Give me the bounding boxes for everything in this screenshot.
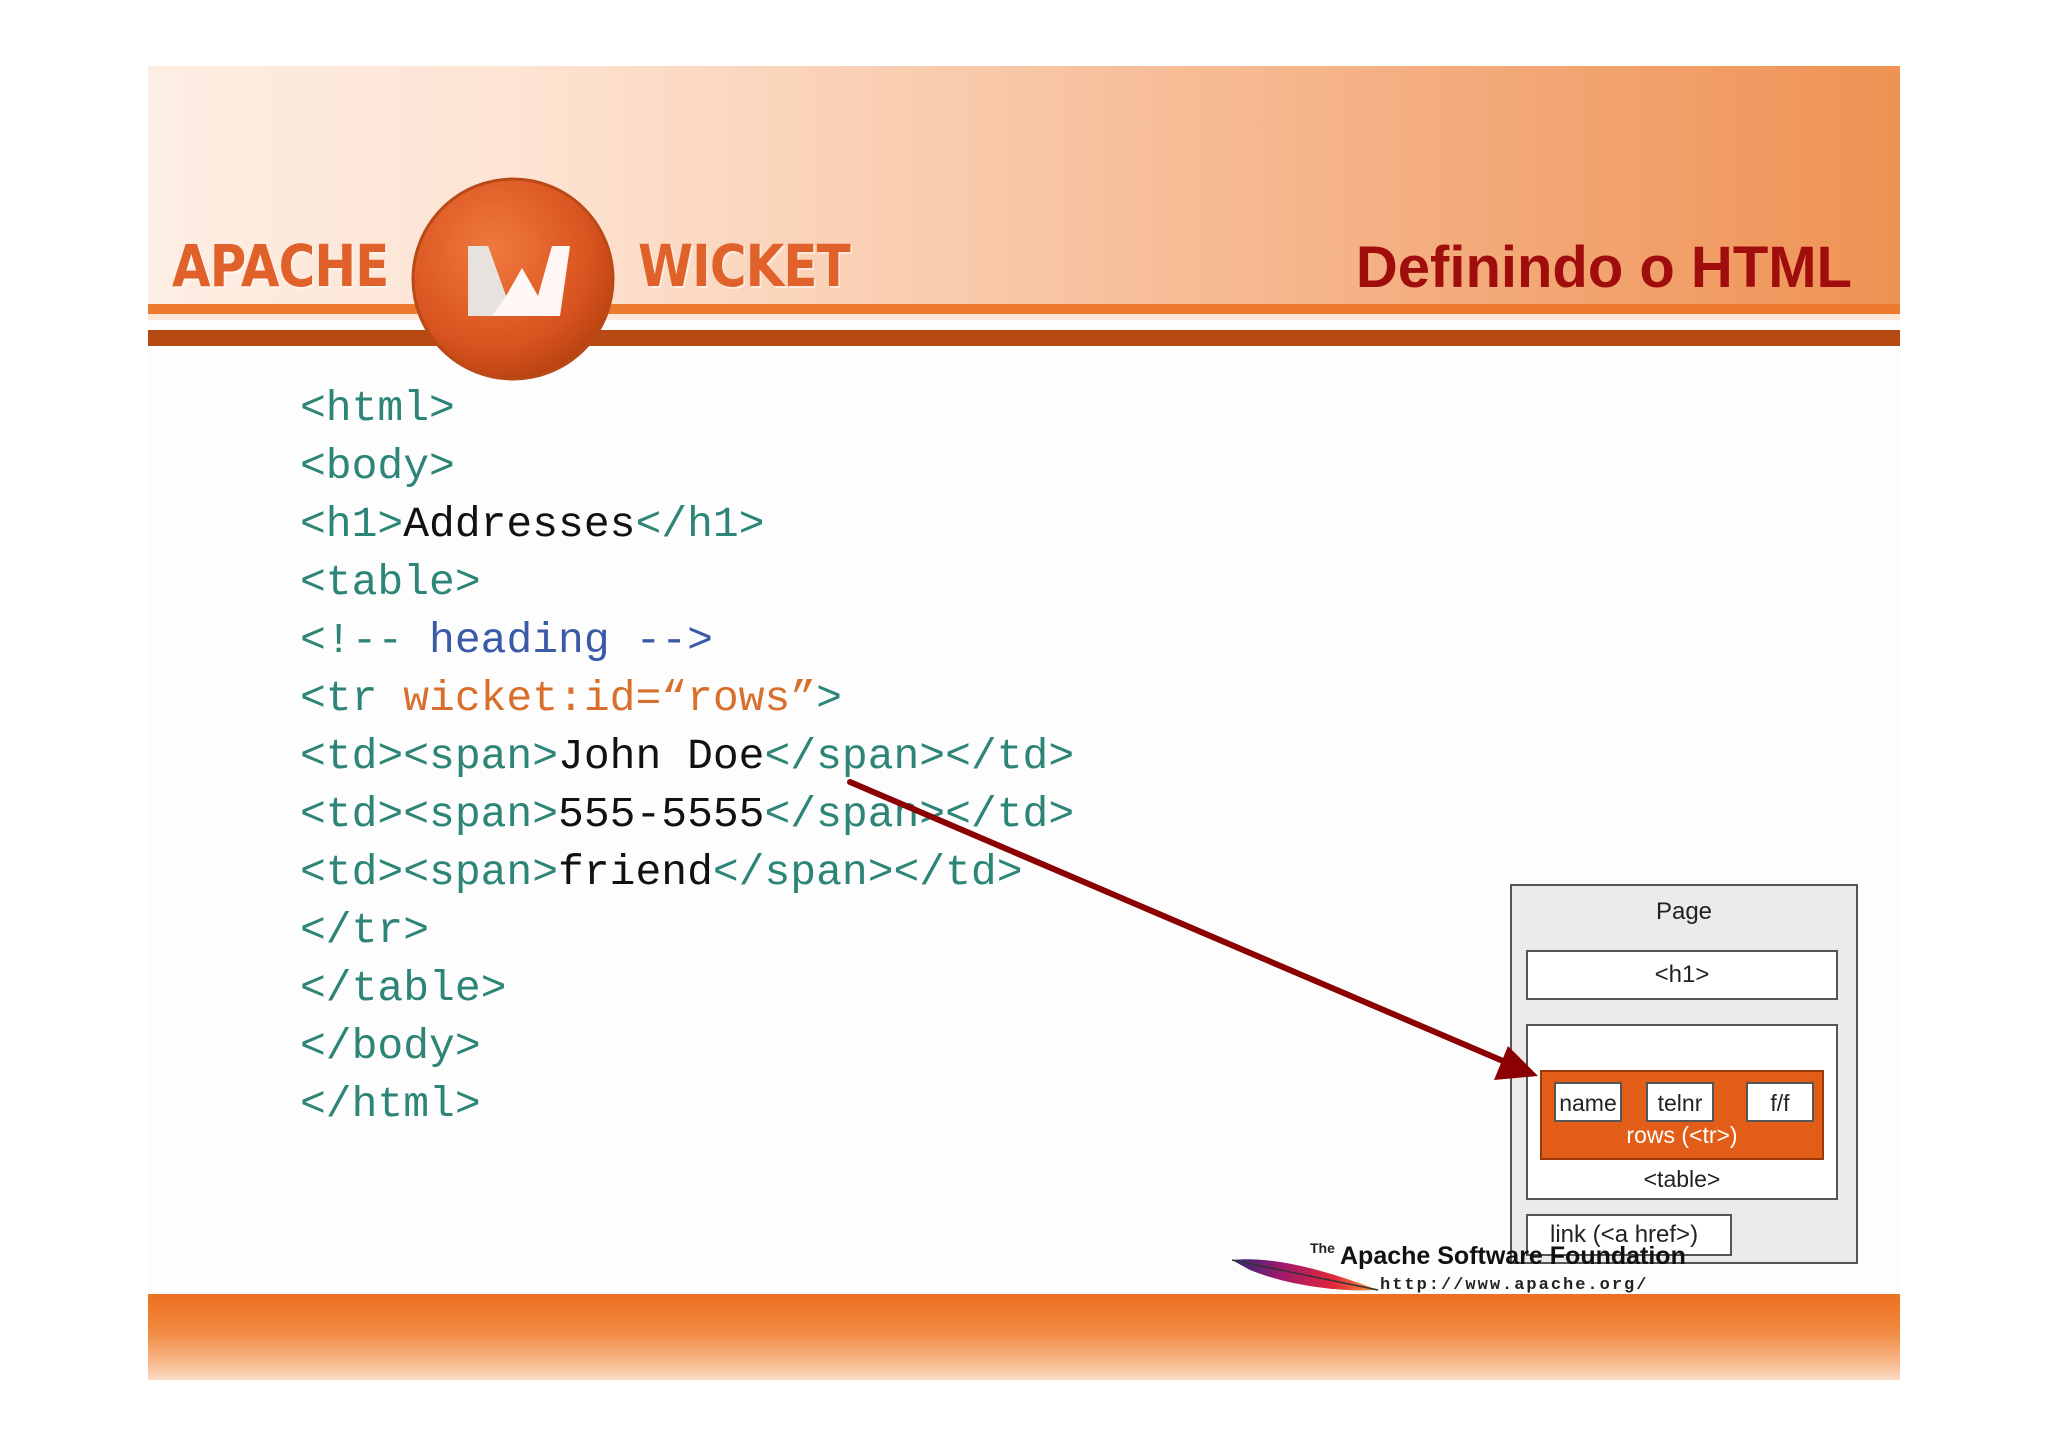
code-token: </html> bbox=[300, 1080, 481, 1129]
code-token: <!-- bbox=[300, 616, 430, 665]
code-line: <h1>Addresses</h1> bbox=[300, 496, 1074, 554]
code-token: </table> bbox=[300, 964, 507, 1013]
code-token: </span></td> bbox=[712, 848, 1023, 897]
code-line: <td><span>friend</span></td> bbox=[300, 844, 1074, 902]
code-line: <body> bbox=[300, 438, 1074, 496]
footer-band bbox=[148, 1294, 1900, 1380]
code-line: <table> bbox=[300, 554, 1074, 612]
code-token: </span></td> bbox=[764, 732, 1075, 781]
code-token: <td><span> bbox=[300, 732, 559, 781]
code-line: <td><span>John Doe</span></td> bbox=[300, 728, 1074, 786]
code-token: <table> bbox=[300, 558, 481, 607]
code-token: <h1> bbox=[300, 500, 404, 549]
diagram-cell-ff: f/f bbox=[1746, 1082, 1814, 1122]
code-line: <html> bbox=[300, 380, 1074, 438]
code-token: wicket:id=“rows” bbox=[403, 674, 817, 723]
code-line: </html> bbox=[300, 1076, 1074, 1134]
code-token: <td><span> bbox=[300, 790, 559, 839]
code-token: <html> bbox=[300, 384, 455, 433]
code-line: <!-- heading --> bbox=[300, 612, 1074, 670]
diagram-rows-box: name telnr f/f rows (<tr>) bbox=[1540, 1070, 1824, 1160]
diagram-cell-name: name bbox=[1554, 1082, 1622, 1122]
code-listing: <html> <body> <h1>Addresses</h1> <table> <!-… bbox=[300, 380, 1074, 1134]
asf-the-text: The bbox=[1310, 1240, 1335, 1256]
code-line: </tr> bbox=[300, 902, 1074, 960]
diagram-cell-telnr: telnr bbox=[1646, 1082, 1714, 1122]
diagram-rows-label: rows (<tr>) bbox=[1626, 1122, 1738, 1148]
code-token: </span></td> bbox=[764, 790, 1075, 839]
diagram-table-box: name telnr f/f rows (<tr>) <table> bbox=[1526, 1024, 1838, 1200]
slide-title: Definindo o HTML bbox=[1355, 235, 1852, 300]
brand-apache-text: APACHE bbox=[172, 232, 389, 300]
diagram-page-label: Page bbox=[1655, 898, 1713, 925]
asf-logo: The Apache Software Foundation http://ww… bbox=[1230, 1240, 1700, 1300]
code-line: </table> bbox=[300, 960, 1074, 1018]
code-token: 555-5555 bbox=[558, 790, 765, 839]
brand-wicket-text: WICKET bbox=[638, 232, 851, 300]
code-token: </body> bbox=[300, 1022, 481, 1071]
code-token: </h1> bbox=[635, 500, 765, 549]
code-token: <td><span> bbox=[300, 848, 559, 897]
code-token: heading bbox=[429, 616, 610, 665]
asf-url-text[interactable]: http://www.apache.org/ bbox=[1380, 1276, 1648, 1295]
code-token: <tr bbox=[300, 674, 404, 723]
code-line: </body> bbox=[300, 1018, 1074, 1076]
asf-name-text: Apache Software Foundation bbox=[1340, 1242, 1686, 1270]
code-token: John Doe bbox=[558, 732, 765, 781]
code-line: <td><span>555-5555</span></td> bbox=[300, 786, 1074, 844]
code-token: <body> bbox=[300, 442, 455, 491]
wicket-logo-icon bbox=[411, 177, 615, 381]
code-line: <tr wicket:id=“rows”> bbox=[300, 670, 1074, 728]
component-diagram: Page <h1> name telnr f/f rows (<tr>) <ta… bbox=[1510, 884, 1858, 1264]
code-token: > bbox=[816, 674, 842, 723]
code-token: Addresses bbox=[403, 500, 636, 549]
diagram-h1-box: <h1> bbox=[1526, 950, 1838, 1000]
code-token: friend bbox=[558, 848, 713, 897]
diagram-table-label: <table> bbox=[1643, 1166, 1721, 1192]
code-token: </tr> bbox=[300, 906, 430, 955]
code-token: --> bbox=[609, 616, 713, 665]
